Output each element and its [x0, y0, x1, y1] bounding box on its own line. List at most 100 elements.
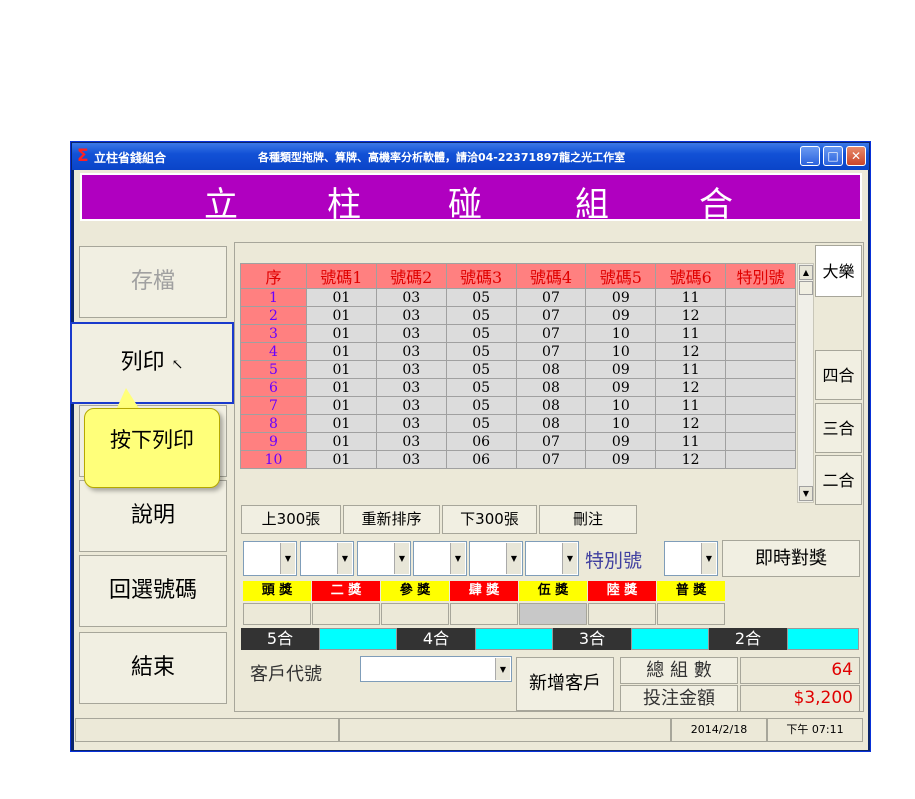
number-cell[interactable]: 06 [445, 432, 517, 451]
table-row[interactable]: 4 01 03 05 07 10 12 [240, 342, 796, 361]
row-number[interactable]: 7 [240, 396, 307, 415]
number-cell[interactable]: 05 [445, 378, 517, 397]
number-cell[interactable]: 07 [515, 432, 587, 451]
number-cell[interactable]: 10 [585, 414, 657, 433]
number-cell[interactable]: 09 [585, 360, 657, 379]
number-select-3[interactable]: ▼ [357, 541, 411, 576]
number-cell[interactable]: 01 [305, 324, 377, 343]
table-row[interactable]: 2 01 03 05 07 09 12 [240, 306, 796, 325]
row-number[interactable]: 5 [240, 360, 307, 379]
number-cell[interactable]: 05 [445, 396, 517, 415]
number-cell[interactable]: 03 [375, 396, 447, 415]
resort-button[interactable]: 重新排序 [343, 505, 440, 534]
number-cell[interactable]: 11 [655, 432, 727, 451]
number-cell[interactable]: 03 [375, 324, 447, 343]
table-row[interactable]: 6 01 03 05 08 09 12 [240, 378, 796, 397]
number-cell[interactable]: 06 [445, 450, 517, 469]
column-header[interactable]: 號碼2 [375, 263, 447, 289]
delete-button[interactable]: 刪注 [539, 505, 637, 534]
number-cell[interactable]: 09 [585, 450, 657, 469]
number-cell[interactable]: 03 [375, 378, 447, 397]
exit-button[interactable]: 結束 [79, 632, 227, 704]
number-cell[interactable]: 11 [655, 360, 727, 379]
number-cell[interactable]: 05 [445, 324, 517, 343]
number-cell[interactable]: 08 [515, 360, 587, 379]
row-number[interactable]: 1 [240, 288, 307, 307]
column-header[interactable]: 號碼3 [445, 263, 517, 289]
column-header[interactable]: 號碼4 [515, 263, 587, 289]
number-cell[interactable]: 05 [445, 306, 517, 325]
column-header[interactable]: 號碼5 [585, 263, 657, 289]
table-row[interactable]: 9 01 03 06 07 09 11 [240, 432, 796, 451]
next-300-button[interactable]: 下300張 [442, 505, 537, 534]
number-select-5[interactable]: ▼ [469, 541, 523, 576]
number-select-6[interactable]: ▼ [525, 541, 579, 576]
row-number[interactable]: 2 [240, 306, 307, 325]
add-customer-button[interactable]: 新增客戶 [516, 657, 614, 711]
number-cell[interactable]: 10 [585, 396, 657, 415]
table-row[interactable]: 7 01 03 05 08 10 11 [240, 396, 796, 415]
number-cell[interactable]: 11 [655, 288, 727, 307]
scroll-down-icon[interactable]: ▼ [799, 486, 813, 501]
number-cell[interactable] [725, 432, 796, 451]
column-header[interactable]: 號碼6 [655, 263, 727, 289]
number-cell[interactable]: 11 [655, 324, 727, 343]
number-cell[interactable]: 12 [655, 450, 727, 469]
number-cell[interactable]: 01 [305, 414, 377, 433]
number-cell[interactable]: 05 [445, 288, 517, 307]
number-cell[interactable] [725, 450, 796, 469]
number-cell[interactable] [725, 324, 796, 343]
row-number[interactable]: 9 [240, 432, 307, 451]
number-cell[interactable]: 07 [515, 306, 587, 325]
instant-check-button[interactable]: 即時對獎 [722, 540, 860, 577]
tab-three[interactable]: 三合 [815, 403, 862, 453]
scroll-up-icon[interactable]: ▲ [799, 265, 813, 280]
tab-two[interactable]: 二合 [815, 455, 862, 505]
minimize-button[interactable]: _ [800, 146, 820, 166]
number-cell[interactable]: 05 [445, 342, 517, 361]
number-cell[interactable]: 08 [515, 396, 587, 415]
number-cell[interactable]: 07 [515, 342, 587, 361]
special-number-select[interactable]: ▼ [664, 541, 718, 576]
row-number[interactable]: 10 [240, 450, 307, 469]
number-cell[interactable]: 01 [305, 432, 377, 451]
number-cell[interactable]: 10 [585, 342, 657, 361]
number-cell[interactable] [725, 306, 796, 325]
customer-id-select[interactable]: ▼ [360, 656, 512, 682]
number-cell[interactable]: 07 [515, 288, 587, 307]
number-cell[interactable] [725, 342, 796, 361]
number-cell[interactable]: 12 [655, 306, 727, 325]
tab-dale[interactable]: 大樂 [815, 245, 862, 297]
number-cell[interactable]: 08 [515, 414, 587, 433]
number-cell[interactable] [725, 396, 796, 415]
number-cell[interactable]: 08 [515, 378, 587, 397]
number-select-2[interactable]: ▼ [300, 541, 354, 576]
number-cell[interactable]: 09 [585, 288, 657, 307]
number-cell[interactable] [725, 288, 796, 307]
title-bar[interactable]: Σ 立柱省錢組合 各種類型拖牌、算牌、高機率分析軟體，請洽04-22371897… [72, 143, 869, 170]
help-button[interactable]: 說明 [79, 480, 227, 552]
number-cell[interactable]: 11 [655, 396, 727, 415]
number-cell[interactable]: 09 [585, 432, 657, 451]
scroll-thumb[interactable] [799, 281, 813, 295]
maximize-button[interactable]: □ [823, 146, 843, 166]
number-cell[interactable]: 07 [515, 324, 587, 343]
number-cell[interactable]: 01 [305, 360, 377, 379]
number-select-1[interactable]: ▼ [243, 541, 297, 576]
table-row[interactable]: 5 01 03 05 08 09 11 [240, 360, 796, 379]
table-row[interactable]: 10 01 03 06 07 09 12 [240, 450, 796, 469]
column-header[interactable]: 號碼1 [305, 263, 377, 289]
number-cell[interactable]: 10 [585, 324, 657, 343]
column-header[interactable]: 序 [240, 263, 307, 289]
number-cell[interactable]: 12 [655, 378, 727, 397]
row-number[interactable]: 4 [240, 342, 307, 361]
number-cell[interactable]: 05 [445, 360, 517, 379]
number-cell[interactable]: 03 [375, 432, 447, 451]
print-button[interactable]: 列印 ↖ [70, 322, 234, 404]
prev-300-button[interactable]: 上300張 [241, 505, 341, 534]
number-cell[interactable] [725, 378, 796, 397]
number-cell[interactable]: 03 [375, 288, 447, 307]
number-cell[interactable]: 12 [655, 342, 727, 361]
number-cell[interactable]: 03 [375, 360, 447, 379]
number-cell[interactable]: 03 [375, 306, 447, 325]
